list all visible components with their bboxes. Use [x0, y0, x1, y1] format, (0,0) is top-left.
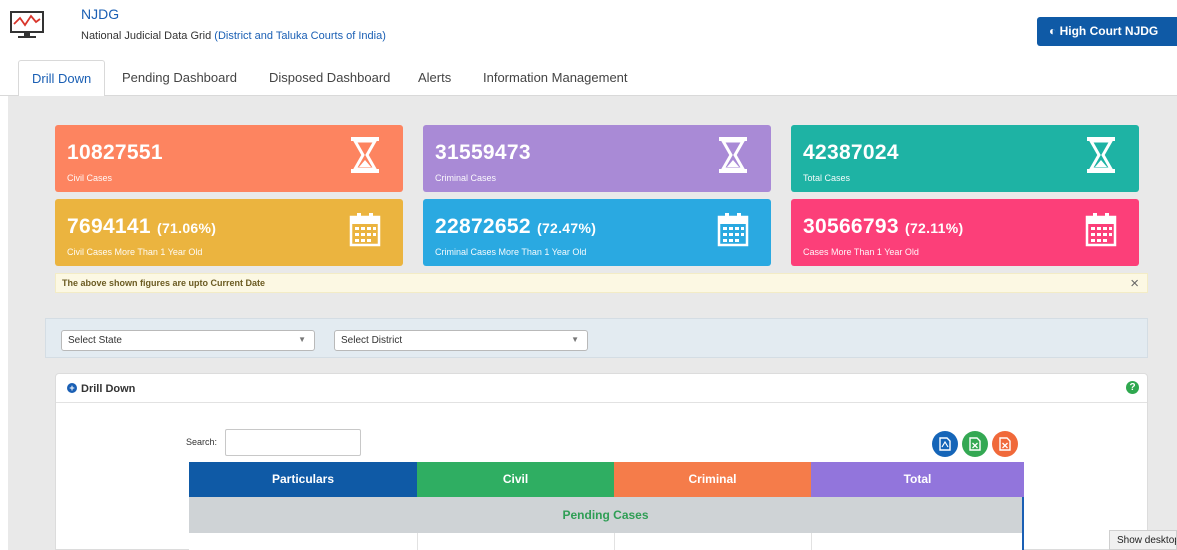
main-tabs: Drill Down Pending Dashboard Disposed Da… [0, 60, 1177, 97]
subtitle-link[interactable]: (District and Taluka Courts of India) [214, 30, 386, 42]
search-input[interactable] [225, 429, 361, 456]
cell-divider [417, 533, 418, 550]
export-spreadsheet-button[interactable] [992, 431, 1018, 457]
cell-divider [811, 533, 812, 550]
spreadsheet-file-icon [999, 437, 1011, 451]
select-state-value: Select State [68, 335, 122, 346]
select-state-dropdown[interactable]: Select State ▼ [61, 330, 315, 351]
card-label: Criminal Cases More Than 1 Year Old [435, 247, 587, 257]
total-cases-card[interactable]: 42387024 Total Cases [791, 125, 1139, 192]
cell-divider [614, 533, 615, 550]
civil-old-cases-card[interactable]: 7694141 (71.06%) Civil Cases More Than 1… [55, 199, 403, 266]
search-label: Search: [186, 437, 218, 447]
subtitle-text: National Judicial Data Grid [81, 30, 215, 42]
tab-disposed-dashboard[interactable]: Disposed Dashboard [269, 60, 390, 96]
drill-down-title: Drill Down [81, 383, 136, 395]
card-value: 10827551 [67, 141, 163, 164]
high-court-button-label: High Court NJDG [1059, 24, 1159, 38]
pdf-file-icon [939, 437, 951, 451]
card-percentage: (71.06%) [157, 220, 217, 236]
show-desktop-tooltip: Show desktop [1109, 530, 1177, 550]
app-name[interactable]: NJDG [81, 6, 119, 22]
card-label: Civil Cases More Than 1 Year Old [67, 247, 203, 257]
card-percentage: (72.47%) [536, 220, 597, 236]
card-label: Total Cases [803, 173, 851, 183]
select-district-value: Select District [341, 335, 403, 346]
column-header-civil[interactable]: Civil [417, 462, 614, 497]
column-header-particulars[interactable]: Particulars [189, 462, 417, 497]
pending-cases-section-row: Pending Cases [189, 497, 1024, 533]
expand-circle-icon[interactable]: + [67, 383, 77, 393]
tab-information-management[interactable]: Information Management [483, 60, 628, 96]
card-value: 31559473 [435, 141, 531, 164]
card-label: Cases More Than 1 Year Old [803, 247, 919, 257]
table-row[interactable] [189, 533, 1024, 550]
criminal-cases-card[interactable]: 31559473 Criminal Cases [423, 125, 771, 192]
hourglass-icon [719, 137, 747, 173]
criminal-old-cases-card[interactable]: 22872652 (72.47%) Criminal Cases More Th… [423, 199, 771, 266]
civil-cases-card[interactable]: 10827551 Civil Cases [55, 125, 403, 192]
caret-down-icon: ▼ [298, 335, 306, 344]
high-court-njdg-button[interactable]: ◐ High Court NJDG [1037, 17, 1177, 46]
app-subtitle: National Judicial Data Grid (District an… [81, 30, 386, 42]
select-district-dropdown[interactable]: Select District ▼ [334, 330, 588, 351]
calendar-icon [349, 213, 381, 247]
card-value: 7694141 (71.06%) [67, 215, 217, 238]
help-icon[interactable]: ? [1126, 381, 1139, 394]
tab-pending-dashboard[interactable]: Pending Dashboard [122, 60, 237, 96]
card-percentage: (72.11%) [904, 220, 964, 236]
notice-text: The above shown figures are upto Current… [62, 278, 266, 288]
card-value: 22872652 (72.47%) [435, 215, 597, 238]
card-value: 42387024 [803, 141, 899, 164]
card-label: Civil Cases [67, 173, 113, 183]
export-excel-button[interactable] [962, 431, 988, 457]
site-header: NJDG National Judicial Data Grid (Distri… [0, 0, 1177, 50]
hourglass-icon [351, 137, 379, 173]
card-value: 30566793 (72.11%) [803, 215, 964, 238]
export-pdf-button[interactable] [932, 431, 958, 457]
close-icon[interactable]: × [1130, 275, 1139, 292]
tab-drill-down[interactable]: Drill Down [18, 60, 106, 97]
monitor-chart-logo-icon [10, 11, 44, 38]
drill-down-content: 10827551 Civil Cases 31559473 Criminal C… [8, 96, 1177, 550]
card-label: Criminal Cases [435, 173, 497, 183]
calendar-icon [717, 213, 749, 247]
dashboard-gauge-icon: ◐ [1049, 24, 1057, 38]
column-header-criminal[interactable]: Criminal [614, 462, 811, 497]
figures-date-notice: The above shown figures are upto Current… [55, 273, 1148, 293]
hourglass-icon [1087, 137, 1115, 173]
drill-down-panel-header[interactable]: + Drill Down ? [56, 374, 1147, 403]
excel-file-icon [969, 437, 981, 451]
total-old-cases-card[interactable]: 30566793 (72.11%) Cases More Than 1 Year… [791, 199, 1139, 266]
calendar-icon [1085, 213, 1117, 247]
column-header-total[interactable]: Total [811, 462, 1024, 497]
tab-alerts[interactable]: Alerts [418, 60, 451, 96]
drill-down-panel: + Drill Down ? Search: Particulars Civil… [55, 373, 1148, 550]
caret-down-icon: ▼ [571, 335, 579, 344]
location-filter-bar: Select State ▼ Select District ▼ [45, 318, 1148, 358]
